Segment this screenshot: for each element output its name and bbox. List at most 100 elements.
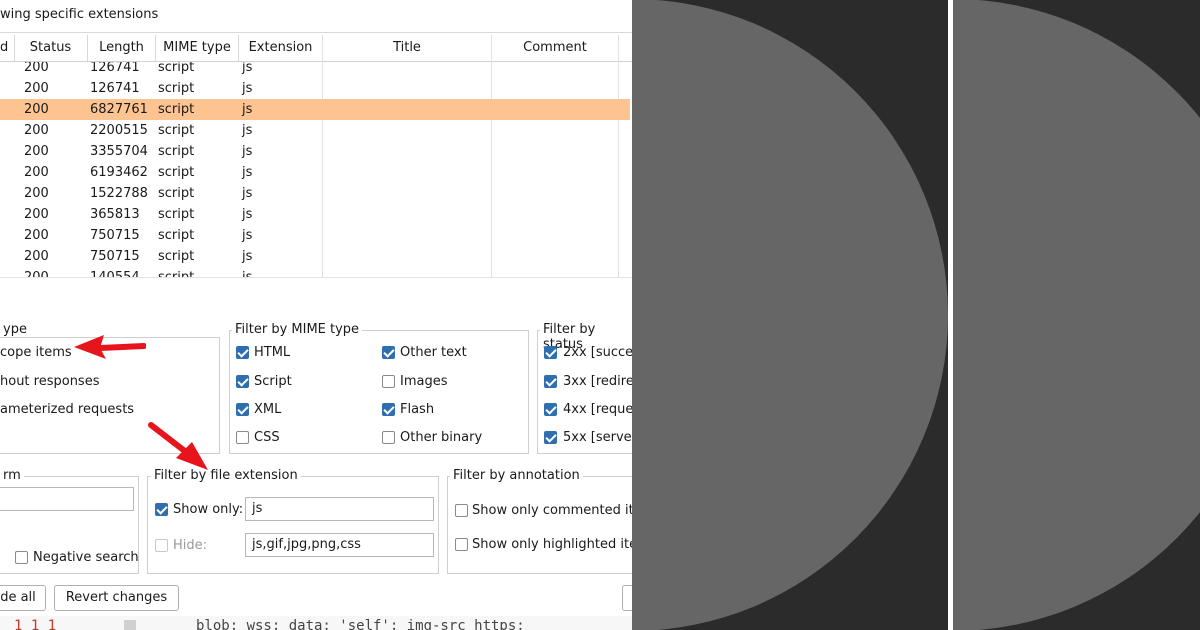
status-2xx-checkbox[interactable] (544, 346, 557, 359)
response-code-strip: 1 1 1 blob: wss: data: 'self'; img-src h… (0, 616, 632, 630)
mime-css-label: CSS (254, 430, 280, 445)
mime-images-checkbox[interactable] (382, 375, 395, 388)
cell-mime-type: script (158, 228, 195, 243)
show-all-button[interactable]: de all (0, 585, 46, 611)
mime-css-checkbox[interactable] (236, 431, 249, 444)
status-2xx-label: 2xx [succe (563, 345, 632, 360)
status-4xx-label: 4xx [reque (563, 402, 632, 417)
table-row[interactable]: 200 140554 script js (0, 267, 632, 277)
cell-extension: js (242, 102, 253, 117)
mime-script-label: Script (254, 374, 292, 389)
column-header-status[interactable]: Status (14, 35, 88, 61)
commented-items-checkbox[interactable] (455, 504, 468, 517)
mime-xml-label: XML (254, 402, 282, 417)
hide-without-responses-label[interactable]: hout responses (0, 374, 99, 389)
history-table-body[interactable]: 200 126741 script js 200 126741 script js 200 682… (0, 62, 632, 277)
table-row[interactable]: 200 6193462 script js (0, 162, 632, 183)
search-term-input[interactable] (0, 487, 134, 511)
table-header: d Status Length MIME type Extension Titl… (0, 35, 632, 62)
filter-summary-text: wing specific extensions (0, 7, 159, 22)
red-arrow-icon (74, 335, 146, 359)
show-only-checkbox[interactable] (155, 503, 168, 516)
cell-extension: js (242, 186, 253, 201)
highlighted-items-checkbox[interactable] (455, 538, 468, 551)
cell-status: 200 (24, 165, 49, 180)
filter-annotation-title: Filter by annotation (450, 468, 583, 483)
revert-changes-button[interactable]: Revert changes (54, 585, 179, 611)
mime-other-binary-checkbox[interactable] (382, 431, 395, 444)
status-3xx-checkbox[interactable] (544, 375, 557, 388)
cell-mime-type: script (158, 249, 195, 264)
status-4xx-checkbox[interactable] (544, 403, 557, 416)
cell-length: 2200515 (90, 123, 148, 138)
negative-search-checkbox[interactable] (15, 551, 28, 564)
in-scope-items-label[interactable]: cope items (0, 345, 72, 360)
cell-length: 6827761 (90, 102, 148, 117)
hide-extensions-input[interactable]: js,gif,jpg,png,css (245, 533, 434, 557)
mime-html-label: HTML (254, 345, 291, 360)
column-header-title[interactable]: Title (323, 35, 492, 61)
status-5xx-checkbox[interactable] (544, 431, 557, 444)
column-header-mime[interactable]: MIME type (156, 35, 239, 61)
table-row[interactable]: 200 750715 script js (0, 225, 632, 246)
half-circle-shape (953, 0, 1200, 630)
column-header-comment[interactable]: Comment (492, 35, 619, 61)
code-gutter (124, 620, 136, 630)
table-row[interactable]: 200 750715 script js (0, 246, 632, 267)
cell-status: 200 (24, 267, 49, 277)
cell-length: 3355704 (90, 144, 148, 159)
cell-extension: js (242, 228, 253, 243)
cell-extension: js (242, 123, 253, 138)
cell-mime-type: script (158, 165, 195, 180)
table-row[interactable]: 200 126741 script js (0, 78, 632, 99)
hide-label: Hide: (173, 538, 208, 553)
show-only-input[interactable]: js (245, 497, 434, 521)
hide-checkbox[interactable] (155, 539, 168, 552)
cell-length: 126741 (90, 81, 140, 96)
code-line-numbers: 1 1 1 (14, 618, 57, 630)
filter-search-title: rm (0, 468, 24, 483)
column-header-id[interactable]: d (0, 35, 15, 61)
filter-summary-bar[interactable]: wing specific extensions (0, 0, 632, 33)
table-row[interactable]: 200 365813 script js (0, 204, 632, 225)
red-arrow-icon (148, 422, 208, 470)
column-header-extension[interactable]: Extension (239, 35, 323, 61)
cell-status: 200 (24, 81, 49, 96)
cell-mime-type: script (158, 123, 195, 138)
cell-status: 200 (24, 102, 49, 117)
filter-mime-title: Filter by MIME type (232, 322, 363, 337)
cell-status: 200 (24, 186, 49, 201)
cell-length: 140554 (90, 267, 140, 277)
cell-status: 200 (24, 207, 49, 222)
cell-mime-type: script (158, 144, 195, 159)
cell-length: 750715 (90, 249, 140, 264)
mime-script-checkbox[interactable] (236, 375, 249, 388)
cell-status: 200 (24, 62, 49, 75)
table-row[interactable]: 200 2200515 script js (0, 120, 632, 141)
table-row[interactable]: 200 126741 script js (0, 62, 632, 78)
table-row[interactable]: 200 1522788 script js (0, 183, 632, 204)
cell-status: 200 (24, 228, 49, 243)
cell-mime-type: script (158, 207, 195, 222)
column-header-length[interactable]: Length (88, 35, 156, 61)
mime-images-label: Images (400, 374, 448, 389)
cell-mime-type: script (158, 81, 195, 96)
mime-xml-checkbox[interactable] (236, 403, 249, 416)
cell-status: 200 (24, 249, 49, 264)
half-circle-shape (632, 0, 948, 630)
cell-extension: js (242, 165, 253, 180)
table-row[interactable]: 200 3355704 script js (0, 141, 632, 162)
cell-length: 6193462 (90, 165, 148, 180)
mime-flash-checkbox[interactable] (382, 403, 395, 416)
mime-other-text-label: Other text (400, 345, 467, 360)
hide-parameterized-requests-label[interactable]: ameterized requests (0, 402, 134, 417)
mime-other-binary-label: Other binary (400, 430, 483, 445)
mime-html-checkbox[interactable] (236, 346, 249, 359)
background-panel (632, 0, 948, 630)
mime-other-text-checkbox[interactable] (382, 346, 395, 359)
apply-button[interactable] (622, 585, 632, 611)
cell-status: 200 (24, 123, 49, 138)
cell-extension: js (242, 81, 253, 96)
cell-length: 750715 (90, 228, 140, 243)
table-row[interactable]: 200 6827761 script js (0, 99, 630, 120)
